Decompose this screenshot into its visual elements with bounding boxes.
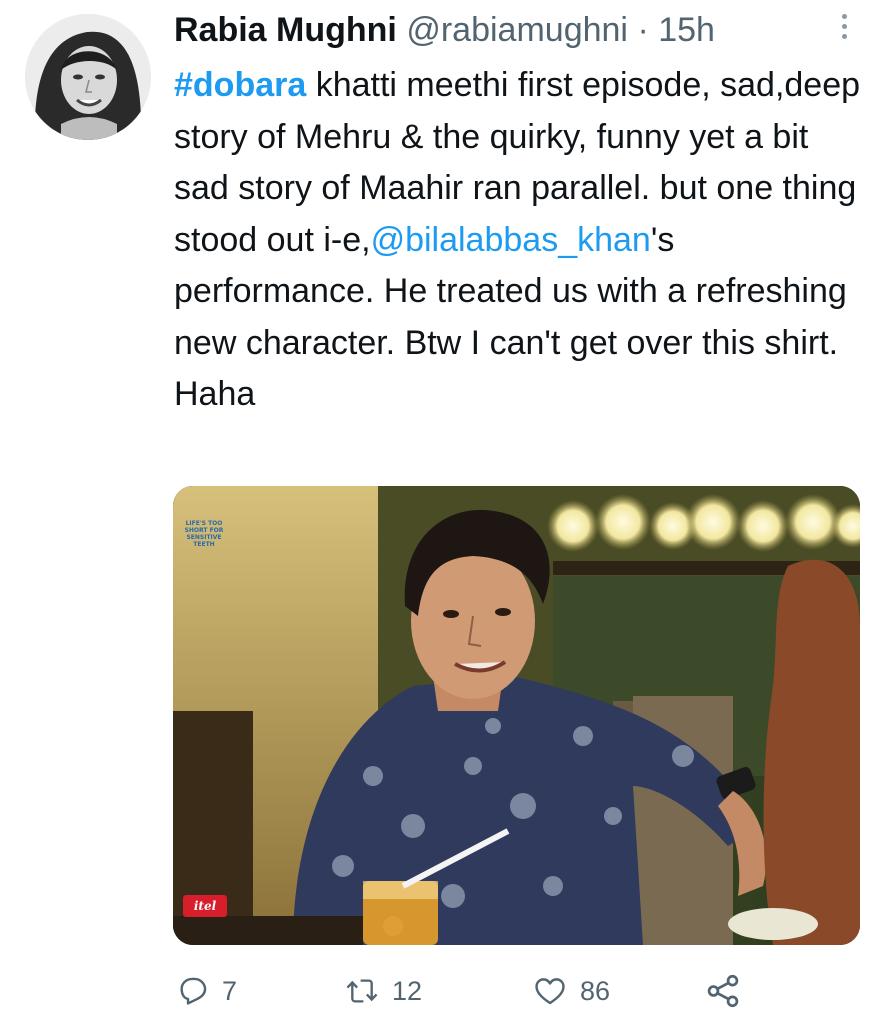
mention-link[interactable]: @bilalabbas_khan (371, 221, 651, 259)
share-button[interactable] (704, 966, 742, 1016)
tweet-actions: 7 12 86 (174, 966, 794, 1016)
like-count: 86 (580, 975, 611, 1006)
media-overlay-logo: itel (183, 895, 227, 917)
reply-icon (176, 974, 210, 1008)
tweet-header: Rabia Mughni @rabiamughni · 15h (174, 8, 827, 52)
avatar[interactable] (25, 14, 151, 140)
heart-icon (532, 974, 568, 1008)
timestamp[interactable]: 15h (658, 11, 715, 49)
user-handle[interactable]: @rabiamughni (406, 11, 628, 49)
retweet-count: 12 (392, 975, 423, 1006)
hashtag-link[interactable]: #dobara (174, 66, 306, 104)
display-name[interactable]: Rabia Mughni (174, 11, 397, 49)
tweet-media-image[interactable]: LIFE'S TOO SHORT FOR SENSITIVE TEETH ite… (173, 486, 860, 945)
more-vertical-icon[interactable] (837, 14, 851, 44)
like-button[interactable]: 86 (532, 966, 610, 1016)
reply-count: 7 (222, 975, 238, 1006)
reply-button[interactable]: 7 (176, 966, 237, 1016)
tweet-text: #dobara khatti meethi first episode, sad… (174, 60, 864, 421)
media-overlay-badge: LIFE'S TOO SHORT FOR SENSITIVE TEETH (184, 520, 224, 548)
retweet-button[interactable]: 12 (344, 966, 422, 1016)
share-icon (704, 972, 742, 1010)
tweet: Rabia Mughni @rabiamughni · 15h #dobara … (0, 0, 887, 1024)
separator-dot: · (637, 11, 649, 49)
retweet-icon (344, 974, 380, 1008)
